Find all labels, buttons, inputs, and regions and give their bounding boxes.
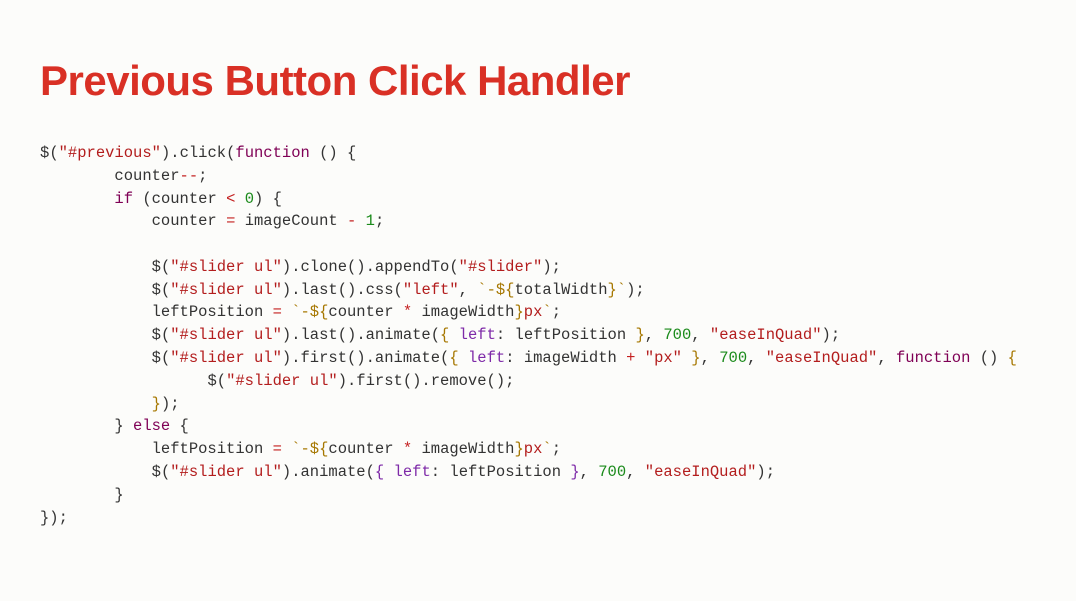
- method-animate: .animate: [366, 349, 440, 367]
- method-clone: .clone: [291, 258, 347, 276]
- keyword-function: function: [235, 144, 309, 162]
- method-remove: .remove: [421, 372, 486, 390]
- code-line: $("#slider ul").last().animate({ left: l…: [40, 326, 840, 344]
- fn-dollar: $: [152, 463, 161, 481]
- code-line: $("#previous").click(function () {: [40, 144, 356, 162]
- op-decrement: --: [180, 167, 199, 185]
- code-line: $("#slider ul").last().css("left", `-${t…: [40, 281, 645, 299]
- var-counter: counter: [328, 303, 393, 321]
- method-first: .first: [347, 372, 403, 390]
- method-click: .click: [170, 144, 226, 162]
- string-slider-ul: "#slider ul": [226, 372, 338, 390]
- op-eq: =: [226, 212, 235, 230]
- string-left: "left": [403, 281, 459, 299]
- template-closebrace: }: [514, 303, 523, 321]
- method-first: .first: [291, 349, 347, 367]
- num-700: 700: [719, 349, 747, 367]
- var-counter: counter: [328, 440, 393, 458]
- var-leftPosition: leftPosition: [152, 440, 264, 458]
- code-line: $("#slider ul").first().animate({ left: …: [40, 349, 1017, 367]
- string-easeInQuad: "easeInQuad": [766, 349, 878, 367]
- string-slider-ul: "#slider ul": [170, 326, 282, 344]
- num-zero: 0: [245, 190, 254, 208]
- code-line: leftPosition = `-${counter * imageWidth}…: [40, 303, 561, 321]
- var-imageWidth: imageWidth: [421, 440, 514, 458]
- op-minus: -: [347, 212, 356, 230]
- prop-left: left: [468, 349, 505, 367]
- fn-dollar: $: [207, 372, 216, 390]
- template-open: `-${: [291, 440, 328, 458]
- page-title: Previous Button Click Handler: [40, 60, 1036, 102]
- op-eq: =: [273, 303, 282, 321]
- template-backtick: `: [542, 303, 551, 321]
- fn-dollar: $: [152, 281, 161, 299]
- keyword-if: if: [114, 190, 133, 208]
- op-star: *: [403, 303, 412, 321]
- code-block: $("#previous").click(function () { count…: [40, 142, 1036, 529]
- method-last: .last: [291, 326, 338, 344]
- op-eq: =: [273, 440, 282, 458]
- code-line: });: [40, 509, 68, 527]
- code-line: }: [40, 486, 124, 504]
- template-open: `-${: [477, 281, 514, 299]
- var-leftPosition: leftPosition: [449, 463, 561, 481]
- template-open: `-${: [291, 303, 328, 321]
- var-imageCount: imageCount: [245, 212, 338, 230]
- method-css: .css: [356, 281, 393, 299]
- op-lt: <: [226, 190, 235, 208]
- fn-dollar: $: [152, 258, 161, 276]
- var-leftPosition: leftPosition: [515, 326, 627, 344]
- template-backtick: `: [542, 440, 551, 458]
- template-close: }`: [608, 281, 627, 299]
- fn-dollar: $: [40, 144, 49, 162]
- var-imageWidth: imageWidth: [524, 349, 617, 367]
- code-line: $("#slider ul").first().remove();: [40, 372, 514, 390]
- template-closebrace: }: [514, 440, 523, 458]
- string-px: "px": [645, 349, 682, 367]
- num-700: 700: [598, 463, 626, 481]
- code-line: } else {: [40, 417, 189, 435]
- num-700: 700: [663, 326, 691, 344]
- prop-left: left: [394, 463, 431, 481]
- num-one: 1: [366, 212, 375, 230]
- var-totalWidth: totalWidth: [514, 281, 607, 299]
- code-line: $("#slider ul").clone().appendTo("#slide…: [40, 258, 561, 276]
- code-line: leftPosition = `-${counter * imageWidth}…: [40, 440, 561, 458]
- string-easeInQuad: "easeInQuad": [645, 463, 757, 481]
- op-plus: +: [626, 349, 635, 367]
- template-px: px: [524, 303, 543, 321]
- var-counter: counter: [152, 212, 217, 230]
- string-slider-ul: "#slider ul": [170, 463, 282, 481]
- method-animate: .animate: [356, 326, 430, 344]
- string-slider-ul: "#slider ul": [170, 349, 282, 367]
- code-line: if (counter < 0) {: [40, 190, 282, 208]
- var-counter: counter: [152, 190, 217, 208]
- method-last: .last: [291, 281, 338, 299]
- string-previous: "#previous": [59, 144, 161, 162]
- fn-dollar: $: [152, 349, 161, 367]
- fn-dollar: $: [152, 326, 161, 344]
- op-colon: :: [431, 463, 440, 481]
- prop-left: left: [459, 326, 496, 344]
- op-colon: :: [496, 326, 505, 344]
- var-imageWidth: imageWidth: [421, 303, 514, 321]
- code-line: counter--;: [40, 167, 207, 185]
- template-px: px: [524, 440, 543, 458]
- method-animate: .animate: [291, 463, 365, 481]
- var-counter: counter: [114, 167, 179, 185]
- method-appendTo: .appendTo: [366, 258, 450, 276]
- op-colon: :: [505, 349, 514, 367]
- string-easeInQuad: "easeInQuad": [710, 326, 822, 344]
- code-line: });: [40, 395, 180, 413]
- string-slider-ul: "#slider ul": [170, 281, 282, 299]
- keyword-else: else: [133, 417, 170, 435]
- op-star: *: [403, 440, 412, 458]
- string-slider-ul: "#slider ul": [170, 258, 282, 276]
- code-line: $("#slider ul").animate({ left: leftPosi…: [40, 463, 775, 481]
- keyword-function: function: [896, 349, 970, 367]
- var-leftPosition: leftPosition: [152, 303, 264, 321]
- code-line: counter = imageCount - 1;: [40, 212, 384, 230]
- string-slider: "#slider": [459, 258, 543, 276]
